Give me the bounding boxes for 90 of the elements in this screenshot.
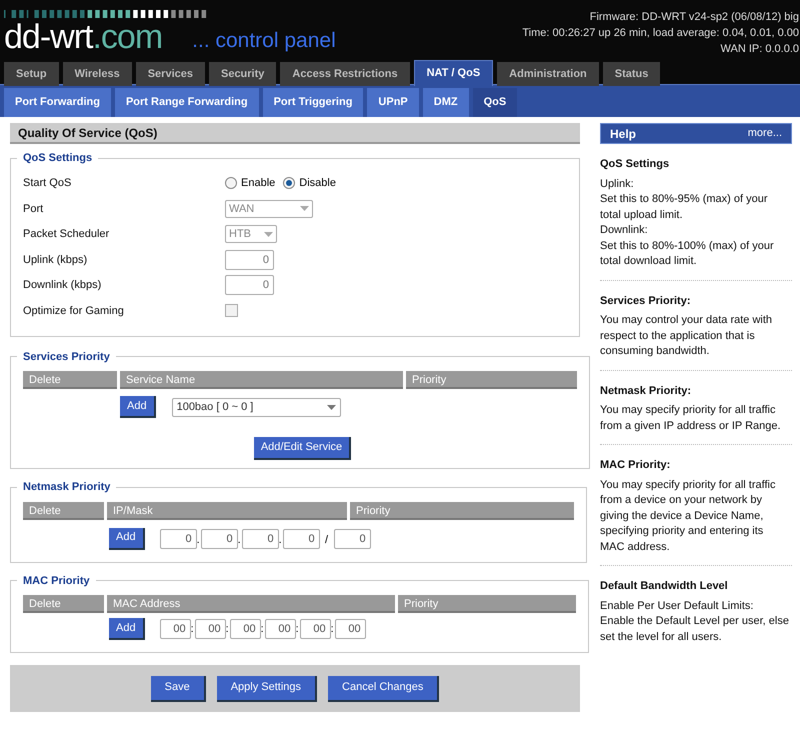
add-button[interactable]: Add bbox=[120, 396, 156, 418]
field-label: Optimize for Gaming bbox=[23, 304, 125, 318]
nav-tab[interactable]: NAT / QoS bbox=[414, 60, 494, 86]
separator: . bbox=[196, 533, 201, 548]
status-info: Time: 00:26:27 up 26 min, load average: 0.04, 0.01, 0.00 bbox=[522, 26, 799, 41]
help-text: Uplink: bbox=[600, 176, 635, 192]
add-button[interactable]: Add bbox=[109, 618, 145, 640]
section-heading: Services Priority bbox=[22, 350, 111, 364]
input-field[interactable]: 0 bbox=[160, 528, 197, 548]
separator: . bbox=[278, 533, 283, 548]
nav-tab[interactable]: Wireless bbox=[62, 62, 132, 86]
action-button[interactable]: Apply Settings bbox=[216, 676, 318, 702]
column-header: Priority bbox=[398, 595, 576, 613]
radio-label: Disable bbox=[299, 176, 336, 191]
field-label: Start QoS bbox=[23, 176, 72, 191]
separator: : bbox=[330, 622, 335, 637]
column-header: Delete bbox=[23, 595, 104, 613]
input-field[interactable]: 00 bbox=[194, 619, 226, 639]
add-button[interactable]: Add bbox=[109, 528, 145, 550]
help-text: You may specify priority for all traffic from a device on your network by giving the device a Device Name, specifying priority and entering its MAC address. bbox=[600, 478, 776, 554]
help-heading: QoS Settings bbox=[600, 157, 670, 172]
more-link[interactable]: more... bbox=[748, 125, 782, 142]
column-header: Delete bbox=[23, 502, 104, 520]
sub-tab[interactable]: Port Triggering bbox=[262, 88, 364, 117]
radio-button[interactable] bbox=[225, 177, 237, 190]
nav-tab[interactable]: Setup bbox=[4, 62, 59, 86]
column-header: Service Name bbox=[120, 371, 403, 389]
help-text: Set this to 80%-100% (max) of your total download limit. bbox=[600, 238, 775, 269]
action-button[interactable]: Cancel Changes bbox=[328, 676, 440, 702]
action-button[interactable]: Save bbox=[150, 676, 206, 702]
help-heading: Netmask Priority: bbox=[600, 384, 692, 398]
separator: : bbox=[296, 622, 300, 637]
page-title: Quality Of Service (QoS) bbox=[10, 123, 580, 144]
nav-tab[interactable]: Services bbox=[136, 62, 205, 86]
column-header: Delete bbox=[23, 371, 117, 389]
dropdown-caret-icon bbox=[326, 404, 336, 410]
separator: . bbox=[238, 533, 242, 548]
field-label: Port bbox=[23, 202, 44, 216]
help-text: Enable Per User Default Limits: bbox=[600, 598, 754, 614]
help-text: You may control your data rate with respect to the application that is consuming bandwidth. bbox=[600, 313, 774, 359]
column-header: Priority bbox=[406, 371, 577, 389]
help-heading: Services Priority: bbox=[600, 294, 692, 308]
column-header: Priority bbox=[350, 502, 574, 520]
input-field[interactable]: 00 bbox=[264, 619, 296, 639]
separator: : bbox=[190, 622, 195, 637]
input-field[interactable]: 0 bbox=[242, 528, 279, 548]
input-field[interactable]: 00 bbox=[160, 619, 191, 639]
status-info: WAN IP: 0.0.0.0 bbox=[720, 42, 799, 57]
field-label: Uplink (kbps) bbox=[23, 252, 88, 268]
separator: : bbox=[226, 622, 230, 637]
nav-tab[interactable]: Access Restrictions bbox=[280, 62, 410, 86]
sub-tab[interactable]: UPnP bbox=[367, 88, 419, 117]
sub-tab[interactable]: Port Forwarding bbox=[4, 88, 111, 117]
column-header: MAC Address bbox=[107, 595, 395, 613]
sub-tab[interactable]: QoS bbox=[472, 88, 518, 117]
nav-tab[interactable]: Status bbox=[602, 62, 660, 86]
radio-label: Enable bbox=[241, 176, 276, 191]
logo: dd-wrt.com bbox=[4, 18, 162, 56]
field-label: Packet Scheduler bbox=[23, 227, 110, 242]
nav-tab[interactable]: Administration bbox=[497, 62, 599, 86]
section-heading: QoS Settings bbox=[22, 151, 94, 166]
section-heading: MAC Priority bbox=[22, 574, 91, 588]
field-label: Downlink (kbps) bbox=[23, 278, 102, 293]
input-field[interactable]: 0 bbox=[200, 528, 238, 548]
separator: : bbox=[260, 622, 265, 637]
help-title: Help bbox=[610, 126, 636, 142]
help-text: Set this to 80%-95% (max) of your total upload limit. bbox=[600, 192, 769, 222]
separator: / bbox=[324, 533, 330, 548]
section-heading: Netmask Priority bbox=[22, 480, 112, 495]
column-header: IP/Mask bbox=[107, 502, 347, 520]
input-field[interactable]: 00 bbox=[230, 619, 261, 639]
radio-button[interactable] bbox=[283, 177, 296, 190]
sub-tab[interactable]: DMZ bbox=[422, 88, 469, 117]
help-heading: Default Bandwidth Level bbox=[600, 579, 729, 594]
input-field[interactable]: 0 bbox=[282, 528, 320, 548]
input-field[interactable]: 00 bbox=[334, 619, 366, 639]
sub-tab[interactable]: Port Range Forwarding bbox=[114, 88, 259, 117]
help-heading: MAC Priority: bbox=[600, 458, 672, 473]
help-text: You may specify priority for all traffic from a given IP address or IP Range. bbox=[600, 403, 782, 434]
add-edit-service-button[interactable]: Add/Edit Service bbox=[254, 437, 352, 460]
dropdown-caret-icon bbox=[300, 206, 309, 212]
help-text: Downlink: bbox=[600, 223, 649, 238]
input-field[interactable]: 00 bbox=[300, 619, 331, 639]
tagline: ... control panel bbox=[192, 28, 336, 54]
help-text: Enable the Default Level per user, else set the level for all users. bbox=[600, 614, 790, 644]
input-field[interactable]: 0 bbox=[334, 528, 371, 548]
service-select[interactable]: 100bao [ 0 ~ 0 ] bbox=[172, 398, 341, 416]
dropdown-caret-icon bbox=[264, 232, 273, 237]
status-info: Firmware: DD-WRT v24-sp2 (06/08/12) big bbox=[588, 10, 799, 25]
nav-tab[interactable]: Security bbox=[208, 62, 276, 86]
